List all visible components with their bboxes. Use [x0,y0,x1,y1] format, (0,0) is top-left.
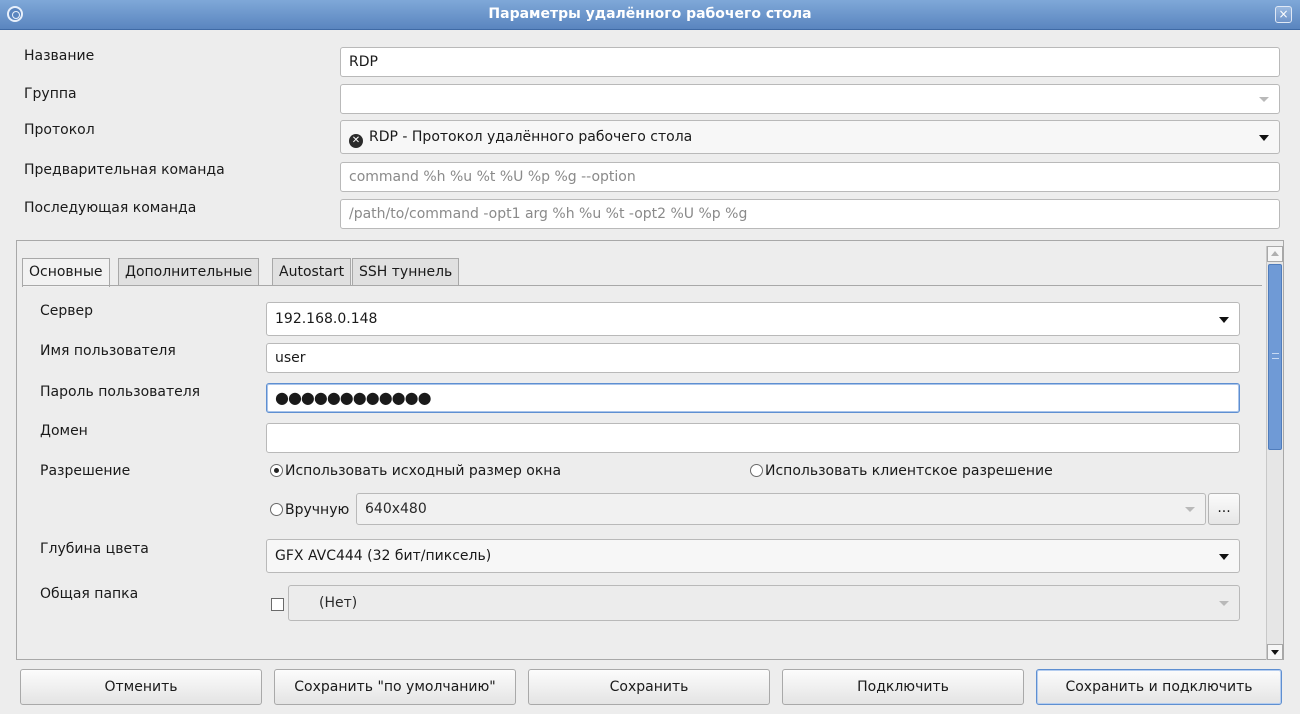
tab-basic[interactable]: Основные [22,258,110,287]
connect-button[interactable]: Подключить [782,669,1024,705]
vertical-scrollbar[interactable] [1266,246,1283,660]
tab-autostart[interactable]: Autostart [272,258,352,286]
save-default-button[interactable]: Сохранить "по умолчанию" [274,669,516,705]
radio-selected-icon [270,464,283,477]
scroll-thumb[interactable] [1268,264,1282,450]
precommand-label: Предварительная команда [24,162,225,178]
save-button[interactable]: Сохранить [528,669,770,705]
tab-ssh-tunnel[interactable]: SSH туннель [352,258,460,286]
chevron-down-icon [1259,97,1269,102]
group-combobox[interactable] [340,84,1280,114]
protocol-label: Протокол [24,122,95,138]
chevron-down-icon [1219,601,1229,606]
chevron-down-icon [1259,135,1269,141]
shared-folder-value: (Нет) [319,595,358,611]
save-and-connect-button[interactable]: Сохранить и подключить [1036,669,1282,705]
chevron-down-icon [1185,507,1195,512]
radio-native-label: Использовать исходный размер окна [285,463,562,479]
domain-label: Домен [40,423,88,439]
radio-client-label: Использовать клиентское разрешение [765,463,1053,479]
window-title: Параметры удалённого рабочего стола [488,6,812,22]
radio-manual-label: Вручную [285,502,350,518]
domain-field[interactable] [266,423,1240,453]
password-field[interactable]: ●●●●●●●●●●●● [266,383,1240,413]
server-value: 192.168.0.148 [275,311,378,327]
close-icon[interactable]: × [1275,6,1292,23]
scroll-up-icon[interactable] [1267,246,1283,262]
plugin-icon: ✕ [349,134,363,148]
color-depth-value: GFX AVC444 (32 бит/пиксель) [275,548,492,564]
group-label: Группа [24,86,77,102]
manual-resolution-value: 640x480 [365,501,427,517]
postcommand-label: Последующая команда [24,200,197,216]
username-field[interactable]: user [266,343,1240,373]
shared-folder-combobox[interactable]: (Нет) [288,585,1240,621]
radio-client-resolution[interactable]: Использовать клиентское разрешение [750,463,1053,479]
precommand-field[interactable]: command %h %u %t %U %p %g --option [340,162,1280,192]
username-label: Имя пользователя [40,343,176,359]
password-label: Пароль пользователя [40,384,201,400]
resolution-more-button[interactable]: ... [1208,493,1240,525]
name-label: Название [24,48,95,64]
protocol-select[interactable]: ✕ RDP - Протокол удалённого рабочего стол… [340,120,1280,154]
manual-resolution-combobox[interactable]: 640x480 [356,493,1206,525]
resolution-label: Разрешение [40,463,131,479]
shared-folder-label: Общая папка [40,586,139,602]
grip-icon [1272,353,1279,359]
cancel-button[interactable]: Отменить [20,669,262,705]
scroll-down-icon[interactable] [1267,644,1283,660]
title-bar: Параметры удалённого рабочего стола × [0,0,1300,30]
tab-advanced[interactable]: Дополнительные [118,258,260,286]
server-label: Сервер [40,303,94,319]
radio-unselected-icon [270,503,283,516]
postcommand-field[interactable]: /path/to/command -opt1 arg %h %u %t -opt… [340,199,1280,229]
tab-divider [22,285,1262,286]
chevron-down-icon [1219,317,1229,323]
name-field[interactable]: RDP [340,47,1280,77]
color-depth-label: Глубина цвета [40,541,149,557]
shared-folder-checkbox[interactable] [271,598,284,611]
radio-native-resolution[interactable]: Использовать исходный размер окна [270,463,561,479]
color-depth-select[interactable]: GFX AVC444 (32 бит/пиксель) [266,539,1240,573]
protocol-value: RDP - Протокол удалённого рабочего стола [369,129,693,145]
radio-unselected-icon [750,464,763,477]
chevron-down-icon [1219,554,1229,560]
radio-manual-resolution[interactable]: Вручную [270,502,349,518]
server-combobox[interactable]: 192.168.0.148 [266,302,1240,336]
